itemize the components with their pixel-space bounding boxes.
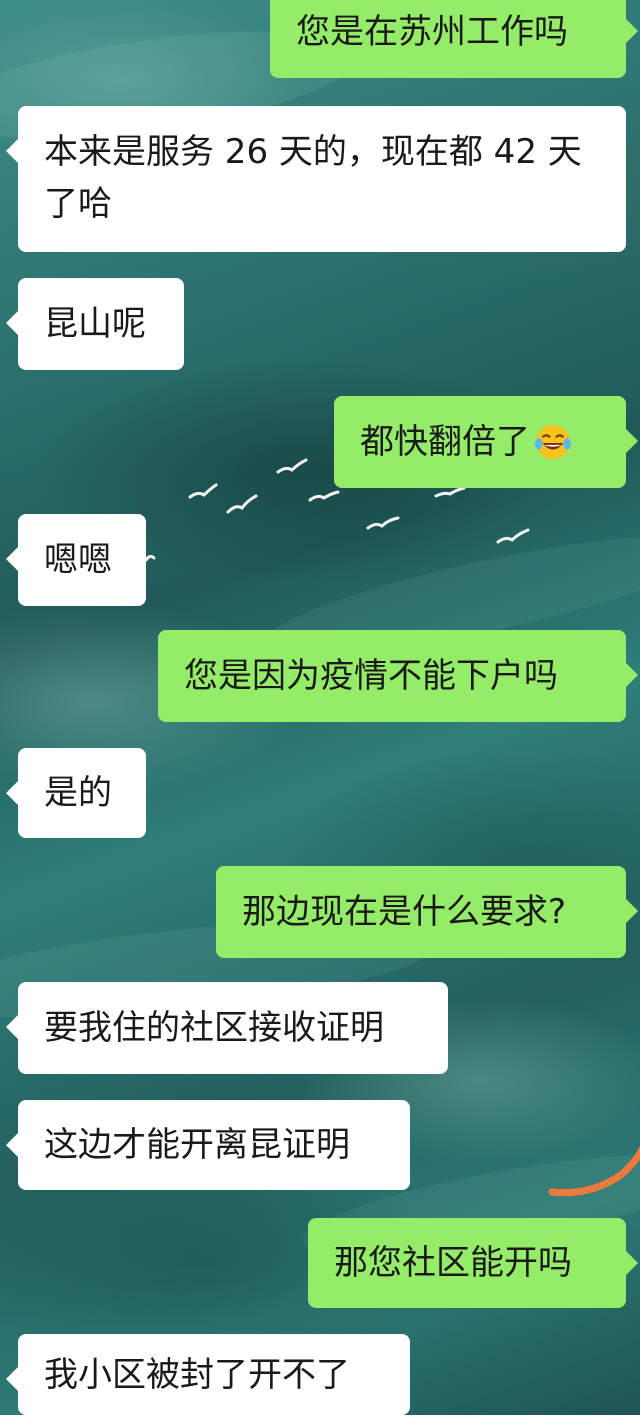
message-row-incoming: 本来是服务 26 天的，现在都 42 天了哈 (0, 106, 640, 252)
outgoing-message-bubble[interactable]: 那边现在是什么要求? (216, 866, 638, 958)
message-text: 您是因为疫情不能下户吗 (184, 656, 558, 696)
incoming-message-bubble[interactable]: 要我住的社区接收证明 (6, 982, 448, 1074)
message-row-incoming: 这边才能开离昆证明 (0, 1100, 640, 1192)
outgoing-message-bubble[interactable]: 都快翻倍了 (334, 396, 638, 488)
message-row-incoming: 昆山呢 (0, 278, 640, 370)
message-text: 那您社区能开吗 (334, 1243, 572, 1283)
laughing-crying-emoji-icon (534, 424, 572, 460)
message-text: 是的 (44, 773, 112, 813)
message-row-incoming: 嗯嗯 (0, 514, 640, 606)
incoming-message-bubble[interactable]: 这边才能开离昆证明 (6, 1100, 410, 1190)
message-row-incoming: 是的 (0, 748, 640, 840)
message-text: 要我住的社区接收证明 (44, 1008, 384, 1048)
message-text: 都快翻倍了 (360, 422, 530, 462)
message-text: 嗯嗯 (44, 540, 112, 580)
outgoing-message-bubble[interactable]: 您是在苏州工作吗 (270, 0, 638, 78)
message-text: 我小区被封了开不了 (44, 1354, 350, 1395)
outgoing-message-bubble[interactable]: 那您社区能开吗 (308, 1218, 638, 1308)
message-row-outgoing: 都快翻倍了 (0, 396, 640, 488)
incoming-message-bubble[interactable]: 昆山呢 (6, 278, 184, 370)
message-text: 昆山呢 (44, 304, 146, 344)
incoming-message-bubble[interactable]: 嗯嗯 (6, 514, 146, 606)
message-text: 这边才能开离昆证明 (44, 1125, 350, 1165)
message-row-incoming: 要我住的社区接收证明 (0, 982, 640, 1074)
message-row-outgoing: 那您社区能开吗 (0, 1218, 640, 1310)
message-text: 您是在苏州工作吗 (296, 12, 568, 52)
message-row-outgoing: 您是在苏州工作吗 (0, 0, 640, 92)
incoming-message-bubble[interactable]: 是的 (6, 748, 146, 838)
message-text: 本来是服务 26 天的，现在都 42 天了哈 (44, 132, 582, 224)
message-row-incoming: 我小区被封了开不了 (0, 1334, 640, 1426)
outgoing-message-bubble[interactable]: 您是因为疫情不能下户吗 (158, 630, 638, 722)
incoming-message-bubble[interactable]: 我小区被封了开不了 (6, 1334, 410, 1415)
message-text: 那边现在是什么要求? (242, 892, 567, 932)
incoming-message-bubble[interactable]: 本来是服务 26 天的，现在都 42 天了哈 (6, 106, 626, 252)
message-row-outgoing: 那边现在是什么要求? (0, 866, 640, 958)
message-row-outgoing: 您是因为疫情不能下户吗 (0, 630, 640, 722)
chat-message-list: 您是在苏州工作吗 本来是服务 26 天的，现在都 42 天了哈 昆山呢 都快翻倍… (0, 0, 640, 1415)
